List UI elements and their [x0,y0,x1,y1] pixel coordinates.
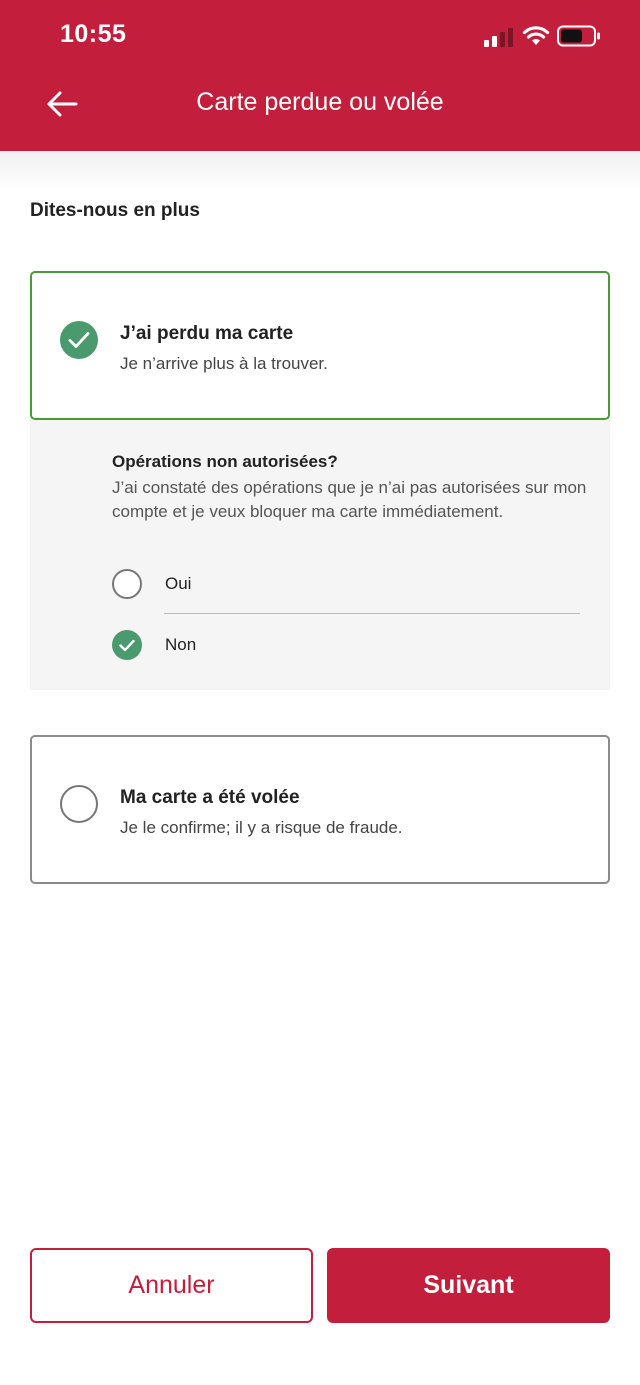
radio-non-label: Non [165,635,197,654]
divider [164,613,580,614]
radio-oui-label: Oui [165,574,192,593]
radio-oui[interactable]: Oui [112,564,582,604]
unauthorized-operations-panel: Opérations non autorisées? J’ai constaté… [30,420,610,690]
option-stolen-title: Ma carte a été volée [120,787,300,808]
page-title: Carte perdue ou volée [196,88,444,116]
cellular-signal-icon [484,28,513,47]
radio-non[interactable]: Non [112,625,582,665]
radio-circle-icon [60,785,98,823]
unauthorized-title: Opérations non autorisées? [112,452,338,471]
wifi-icon [522,26,550,45]
header-shadow [0,151,640,191]
battery-icon [557,25,600,47]
radio-circle-icon [112,569,142,599]
option-lost-subtitle: Je n’arrive plus à la trouver. [120,354,328,373]
option-stolen-subtitle: Je le confirme; il y a risque de fraude. [120,818,403,837]
status-time: 10:55 [60,20,127,48]
option-card-stolen[interactable]: Ma carte a été volée Je le confirme; il … [30,735,610,884]
checkmark-icon [112,630,142,660]
app-header: 10:55 Carte perdue ou volée [0,0,640,151]
checkmark-icon [60,321,98,359]
next-button[interactable]: Suivant [327,1248,610,1323]
unauthorized-description: J’ai constaté des opérations que je n’ai… [112,478,587,521]
option-card-lost[interactable]: J’ai perdu ma carte Je n’arrive plus à l… [30,271,610,420]
section-title: Dites-nous en plus [30,200,200,221]
cancel-button[interactable]: Annuler [30,1248,313,1323]
option-lost-title: J’ai perdu ma carte [120,323,294,344]
